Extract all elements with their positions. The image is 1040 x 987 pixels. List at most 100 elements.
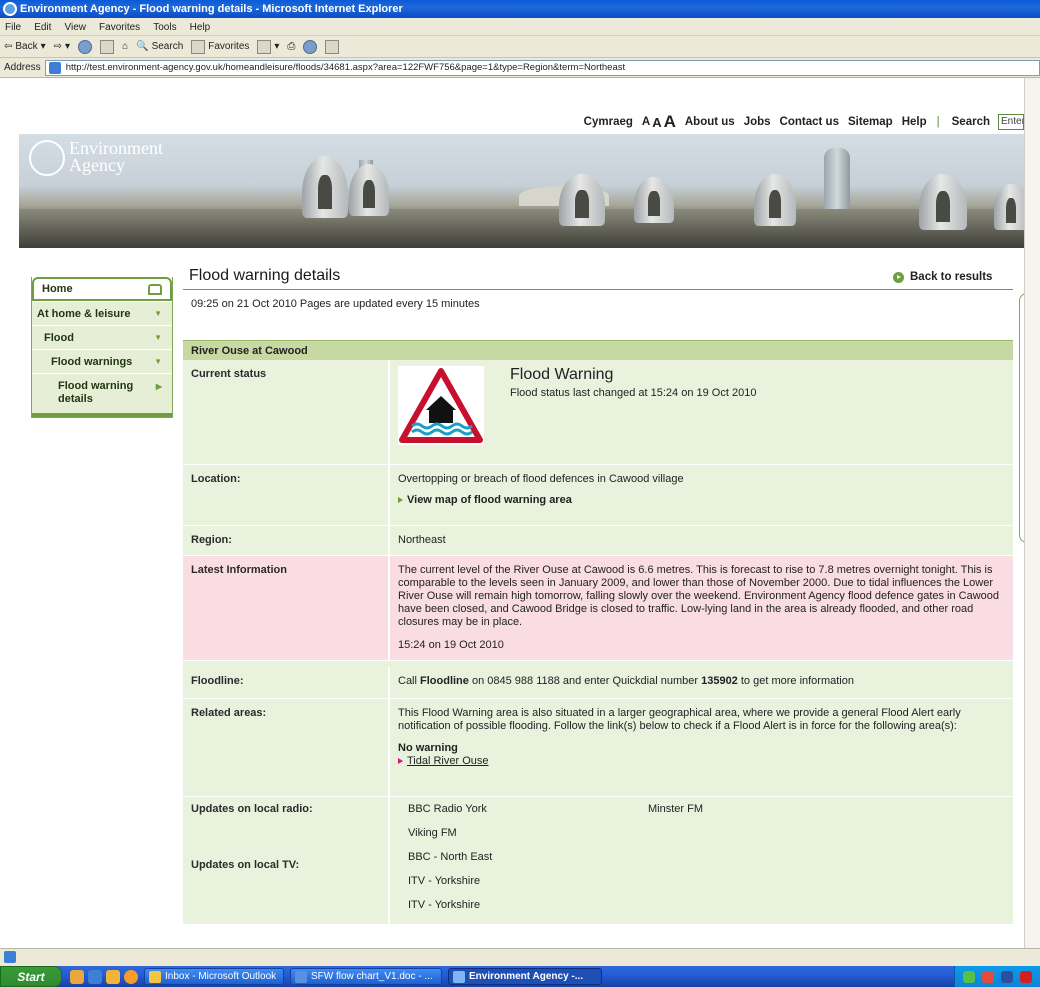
tv-station: ITV - Yorkshire xyxy=(408,875,481,887)
row-current-status: Current status Flood Warning Flood statu… xyxy=(183,360,1013,465)
nav-footer-bar xyxy=(32,413,172,417)
jobs-link[interactable]: Jobs xyxy=(744,116,771,128)
top-links: Cymraeg A A A About us Jobs Contact us S… xyxy=(575,112,1024,132)
tv-label: Updates on local TV: xyxy=(191,859,300,871)
taskbar-ie-window[interactable]: Environment Agency -... xyxy=(448,968,602,985)
site-search-input[interactable]: Enter xyxy=(998,114,1024,130)
ie-icon xyxy=(453,970,465,983)
ie-quicklaunch-icon[interactable] xyxy=(88,969,102,984)
status-bar xyxy=(0,948,1040,966)
view-map-link[interactable]: View map of flood warning area xyxy=(398,494,1005,507)
discuss-icon xyxy=(325,39,340,54)
print-icon: ⎙ xyxy=(287,41,296,52)
desktop-icon[interactable] xyxy=(70,969,84,984)
radio-label: Updates on local radio: xyxy=(191,803,313,815)
menu-tools[interactable]: Tools xyxy=(153,22,176,33)
region-label: Region: xyxy=(183,526,390,555)
stop-button[interactable] xyxy=(78,39,93,54)
taskbar-outlook[interactable]: Inbox - Microsoft Outlook xyxy=(144,968,284,985)
chevron-down-icon: ▼ xyxy=(154,333,162,342)
history-button[interactable]: ▾ xyxy=(257,39,279,54)
taskbar-word-doc[interactable]: SFW flow chart_V1.doc - ... xyxy=(290,968,442,985)
banner-barrier xyxy=(994,184,1024,230)
nav-home-label: Home xyxy=(42,283,73,295)
tree-logo-icon xyxy=(29,140,65,176)
back-arrow-icon xyxy=(893,271,904,283)
address-bar: Address http://test.environment-agency.g… xyxy=(0,58,1040,78)
page-icon xyxy=(48,61,61,74)
menu-edit[interactable]: Edit xyxy=(34,22,51,33)
search-label: Search xyxy=(951,116,990,128)
messenger-icon xyxy=(303,39,318,54)
banner-barrier xyxy=(634,177,674,223)
menu-favorites[interactable]: Favorites xyxy=(99,22,140,33)
print-button[interactable]: ⎙ xyxy=(287,41,295,52)
refresh-icon xyxy=(100,39,115,54)
related-areas-text: This Flood Warning area is also situated… xyxy=(398,707,961,732)
tidal-river-ouse-link[interactable]: Tidal River Ouse xyxy=(398,755,1005,768)
window-title: Environment Agency - Flood warning detai… xyxy=(20,3,403,15)
tv-station: ITV - Yorkshire xyxy=(408,899,481,911)
banner-barrier xyxy=(349,164,389,216)
start-button[interactable]: Start xyxy=(0,966,62,987)
floodline-text: Call Floodline on 0845 988 1188 and ente… xyxy=(398,675,854,687)
address-url: http://test.environment-agency.gov.uk/ho… xyxy=(65,61,626,73)
latest-info-time: 15:24 on 19 Oct 2010 xyxy=(398,639,504,651)
vertical-scrollbar[interactable] xyxy=(1024,78,1040,948)
ie-icon xyxy=(3,2,17,16)
outlook-quicklaunch-icon[interactable] xyxy=(106,969,120,984)
messenger-button[interactable] xyxy=(303,39,318,54)
stop-icon xyxy=(78,39,93,54)
radio-station: Viking FM xyxy=(408,827,457,839)
agency-logo[interactable]: Environment Agency xyxy=(29,139,163,176)
back-to-results-link[interactable]: Back to results xyxy=(893,271,992,283)
no-warning-text: No warning xyxy=(398,742,458,754)
arrow-right-icon xyxy=(398,758,403,765)
refresh-button[interactable] xyxy=(100,39,115,54)
address-label: Address xyxy=(4,62,41,73)
menu-view[interactable]: View xyxy=(64,22,86,33)
update-timestamp: 09:25 on 21 Oct 2010 Pages are updated e… xyxy=(191,298,480,310)
nav-item-at-home-leisure[interactable]: At home & leisure ▼ xyxy=(32,301,172,325)
windows-taskbar: Start Inbox - Microsoft Outlook SFW flow… xyxy=(0,966,1040,987)
menu-help[interactable]: Help xyxy=(190,22,211,33)
tray-alert-icon[interactable] xyxy=(1020,970,1033,983)
contact-us-link[interactable]: Contact us xyxy=(780,116,839,128)
nav-item-flood-warning-details[interactable]: Flood warning details ▶ xyxy=(32,373,172,413)
word-icon xyxy=(295,970,307,983)
text-size-medium[interactable]: A xyxy=(652,115,661,130)
banner-barrier xyxy=(302,156,348,218)
cymraeg-link[interactable]: Cymraeg xyxy=(584,116,633,128)
help-link[interactable]: Help xyxy=(902,116,927,128)
menu-file[interactable]: File xyxy=(5,22,21,33)
tray-network-icon[interactable] xyxy=(962,970,975,983)
row-related-areas: Related areas: This Flood Warning area i… xyxy=(183,699,1013,797)
current-status-label: Current status xyxy=(183,360,390,464)
forward-button[interactable]: ⇨ ▾ xyxy=(54,41,70,52)
title-divider xyxy=(183,289,1013,290)
text-size-large[interactable]: A xyxy=(664,112,676,132)
nav-item-flood-warnings[interactable]: Flood warnings ▼ xyxy=(32,349,172,373)
chevron-down-icon: ▼ xyxy=(154,357,162,366)
home-icon xyxy=(148,283,162,295)
menu-bar: File Edit View Favorites Tools Help xyxy=(0,18,1040,36)
favorites-button[interactable]: Favorites xyxy=(191,39,249,54)
text-size-small[interactable]: A xyxy=(642,116,650,128)
media-quicklaunch-icon[interactable] xyxy=(124,969,138,984)
address-input[interactable]: http://test.environment-agency.gov.uk/ho… xyxy=(44,59,1040,76)
about-us-link[interactable]: About us xyxy=(685,116,735,128)
radio-station: Minster FM xyxy=(648,803,703,815)
discuss-button[interactable] xyxy=(325,39,340,54)
tray-security-icon[interactable] xyxy=(981,970,994,983)
location-text: Overtopping or breach of flood defences … xyxy=(398,473,684,485)
forward-arrow-icon: ⇨ xyxy=(53,41,63,52)
tray-app-icon[interactable] xyxy=(1001,970,1014,983)
back-button[interactable]: ⇦ Back ▾ xyxy=(4,41,46,52)
tv-station: BBC - North East xyxy=(408,851,493,863)
home-button[interactable]: ⌂ xyxy=(122,41,128,52)
search-button[interactable]: 🔍 Search xyxy=(136,41,183,52)
nav-home[interactable]: Home xyxy=(32,277,172,301)
nav-item-flood[interactable]: Flood ▼ xyxy=(32,325,172,349)
banner-barrier xyxy=(559,174,605,226)
sitemap-link[interactable]: Sitemap xyxy=(848,116,893,128)
